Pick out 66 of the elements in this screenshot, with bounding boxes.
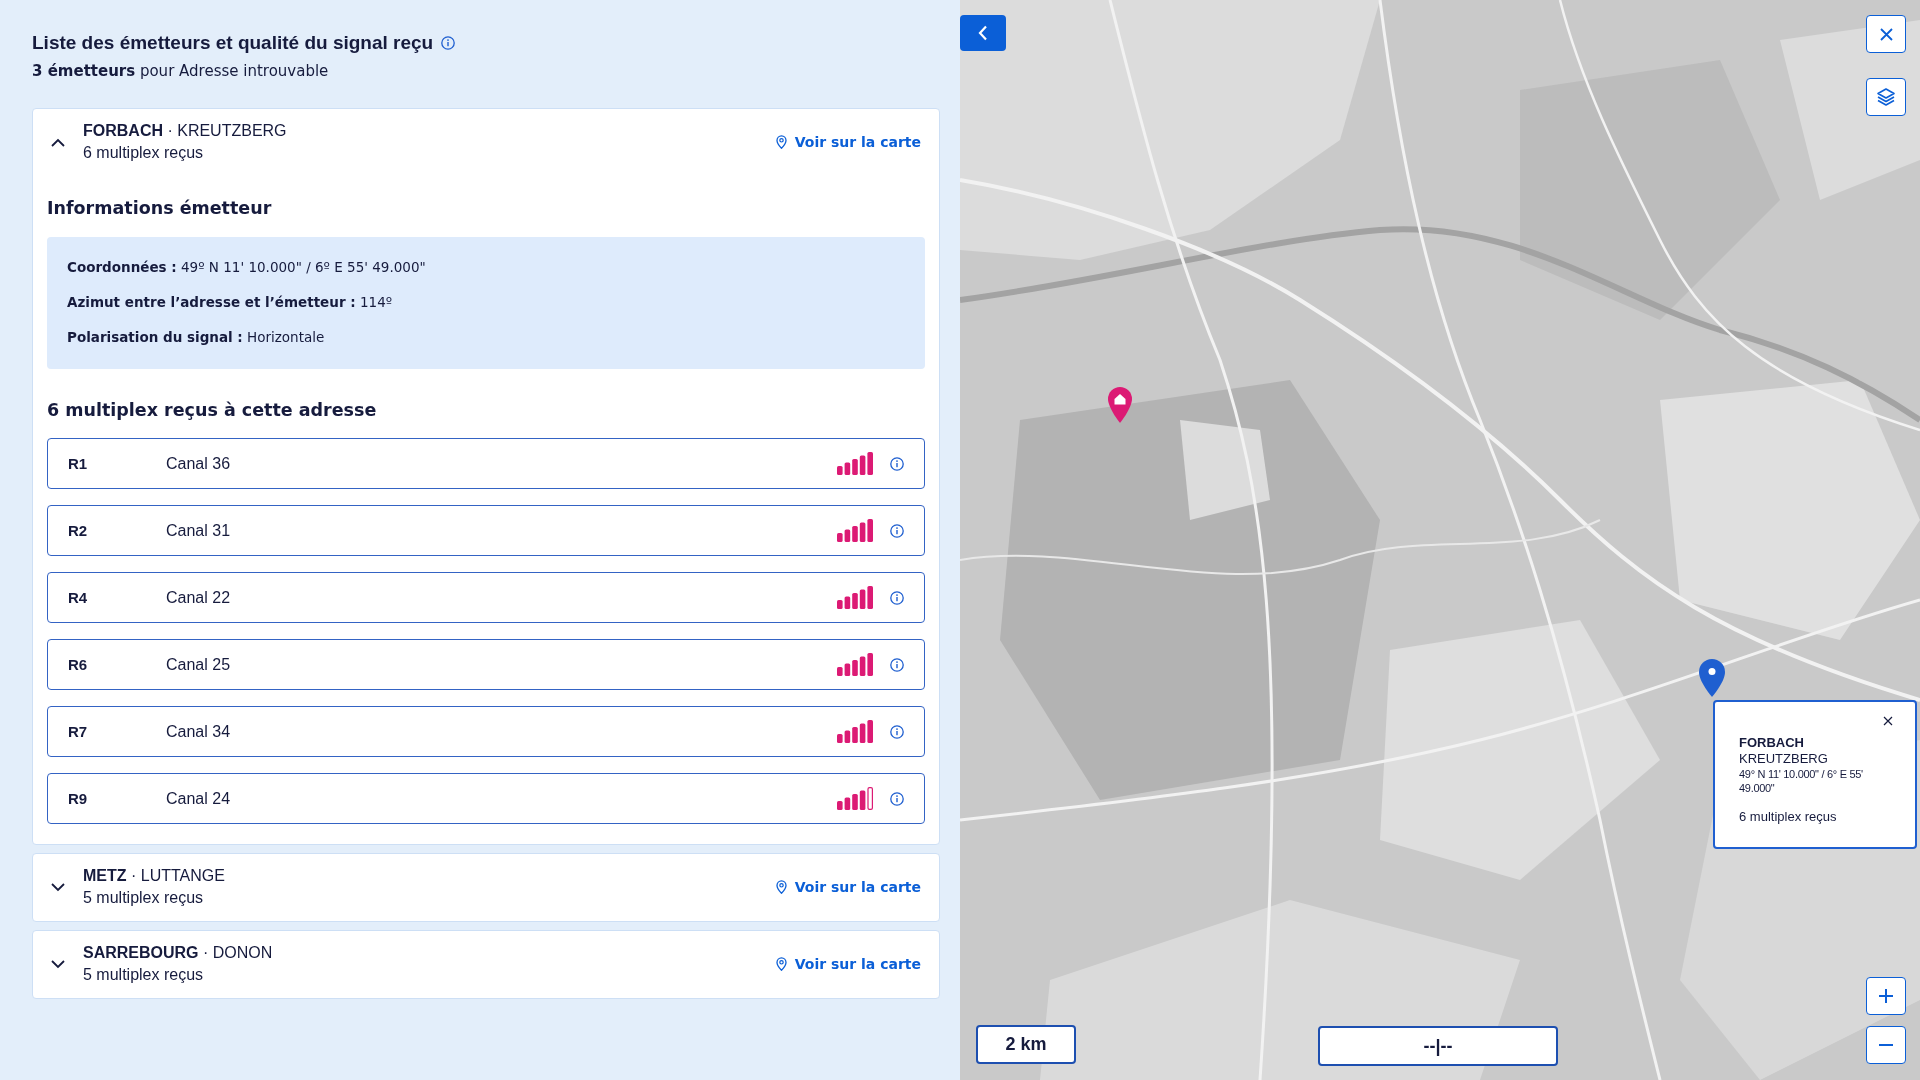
map-link[interactable]: Voir sur la carte [775, 877, 921, 897]
transmitter-name: METZ · LUTTANGE [83, 866, 225, 886]
layers-button[interactable] [1866, 78, 1906, 116]
multiplex-count: 5 multiplex reçus [83, 888, 205, 908]
zoom-out-button[interactable] [1866, 1026, 1906, 1064]
multiplex-name: R6 [68, 654, 89, 675]
signal-strength-icon [837, 720, 873, 743]
scale-label: 2 km [976, 1025, 1076, 1064]
chevron-left-icon [978, 25, 988, 41]
back-button[interactable] [960, 15, 1006, 51]
info-line: Polarisation du signal : Horizontale [67, 328, 326, 347]
signal-strength-icon [837, 519, 873, 542]
multiplex-name: R2 [68, 520, 89, 541]
home-marker-icon[interactable] [1107, 386, 1133, 424]
multiplex-count: 5 multiplex reçus [83, 965, 205, 985]
close-icon[interactable] [1883, 716, 1893, 726]
location-pin-icon [775, 880, 787, 894]
chevron-down-icon[interactable] [51, 882, 65, 892]
chevron-up-icon[interactable] [51, 137, 65, 147]
signal-strength-icon [837, 452, 873, 475]
zoom-in-button[interactable] [1866, 977, 1906, 1015]
channel-label: Canal 25 [166, 654, 231, 675]
transmitter-name: FORBACH · KREUTZBERG [83, 121, 287, 141]
layers-icon [1876, 87, 1896, 107]
info-icon[interactable] [890, 657, 904, 672]
close-button[interactable] [1866, 15, 1906, 53]
info-icon[interactable] [890, 791, 904, 806]
close-icon [1879, 27, 1893, 41]
info-icon[interactable] [890, 724, 904, 739]
signal-strength-icon [837, 787, 873, 810]
section-heading: 6 multiplex reçus à cette adresse [47, 399, 378, 422]
panel-summary: 3 émetteurs pour Adresse introuvable [32, 61, 330, 82]
section-heading: Informations émetteur [47, 197, 273, 220]
map-link[interactable]: Voir sur la carte [775, 132, 921, 152]
popup-site: KREUTZBERG [1739, 751, 1829, 766]
info-icon[interactable] [890, 523, 904, 538]
multiplex-count: 6 multiplex reçus [83, 143, 205, 163]
info-line: Azimut entre l’adresse et l’émetteur : 114º [67, 293, 394, 312]
channel-label: Canal 31 [166, 520, 231, 541]
signal-strength-icon [837, 586, 873, 609]
map-pin-icon[interactable] [1698, 658, 1726, 698]
transmitter-name: SARREBOURG · DONON [83, 943, 273, 963]
info-icon[interactable] [890, 456, 904, 471]
panel-title: Liste des émetteurs et qualité du signal reçu [32, 31, 434, 55]
channel-label: Canal 34 [166, 721, 231, 742]
multiplex-name: R4 [68, 587, 89, 608]
signal-strength-icon [837, 653, 873, 676]
multiplex-name: R9 [68, 788, 89, 809]
minus-icon [1878, 1043, 1894, 1047]
popup-multiplex-count: 6 multiplex reçus [1739, 809, 1838, 825]
popup-name: FORBACH [1739, 735, 1805, 751]
center-control-button[interactable]: --|-- [1318, 1026, 1558, 1066]
popup-coordinates: 49° N 11' 10.000" / 6° E 55' 49.000" [1739, 767, 1864, 795]
location-pin-icon [775, 135, 787, 149]
map-link[interactable]: Voir sur la carte [775, 954, 921, 974]
info-line: Coordonnées : 49º N 11' 10.000" / 6º E 55' 49.000" [67, 258, 427, 277]
multiplex-name: R7 [68, 721, 89, 742]
location-pin-icon [775, 957, 787, 971]
multiplex-name: R1 [68, 453, 89, 474]
chevron-down-icon[interactable] [51, 959, 65, 969]
plus-icon [1878, 988, 1894, 1004]
channel-label: Canal 22 [166, 587, 231, 608]
channel-label: Canal 24 [166, 788, 231, 809]
info-icon[interactable] [890, 590, 904, 605]
channel-label: Canal 36 [166, 453, 231, 474]
info-icon[interactable] [441, 36, 456, 50]
